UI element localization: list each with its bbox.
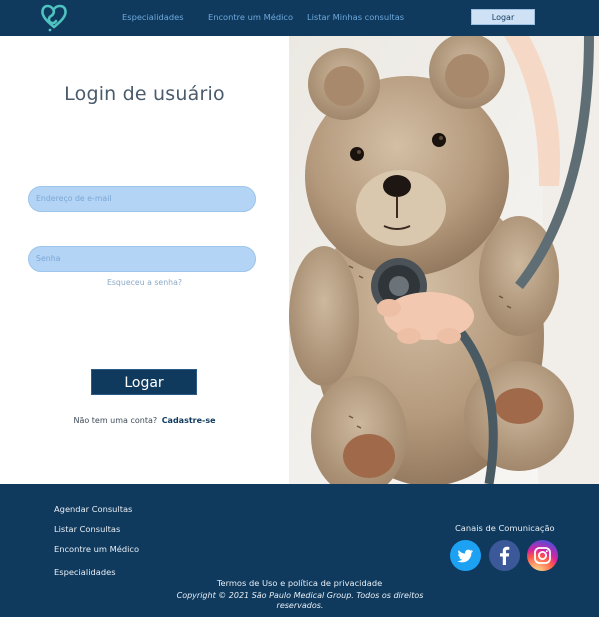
heart-stethoscope-icon[interactable] xyxy=(38,2,70,32)
copyright-text: Copyright © 2021 São Paulo Medical Group… xyxy=(176,591,424,610)
header-login-button[interactable]: Logar xyxy=(471,9,535,25)
password-field[interactable]: Senha xyxy=(28,246,256,272)
login-submit-button[interactable]: Logar xyxy=(91,369,197,395)
footer-link-especialidades[interactable]: Especialidades xyxy=(54,567,116,577)
email-field[interactable]: Endereço de e-mail xyxy=(28,186,256,212)
instagram-icon[interactable] xyxy=(527,540,558,571)
facebook-icon[interactable] xyxy=(489,540,520,571)
no-account-text: Não tem uma conta? xyxy=(73,416,158,425)
page-title: Login de usuário xyxy=(64,83,225,105)
nav-especialidades[interactable]: Especialidades xyxy=(122,12,184,22)
footer: Agendar Consultas Listar Consultas Encon… xyxy=(0,484,599,617)
signup-row: Não tem uma conta? Cadastre-se xyxy=(0,416,289,425)
terms-link[interactable]: Termos de Uso e política de privacidade xyxy=(0,578,599,588)
footer-link-listar[interactable]: Listar Consultas xyxy=(54,524,120,534)
nav-encontre-medico[interactable]: Encontre um Médico xyxy=(208,12,293,22)
nav-listar-consultas[interactable]: Listar Minhas consultas xyxy=(307,12,404,22)
footer-link-encontre[interactable]: Encontre um Médico xyxy=(54,544,139,554)
footer-link-agendar[interactable]: Agendar Consultas xyxy=(54,504,132,514)
top-navbar: Especialidades Encontre um Médico Listar… xyxy=(0,0,599,36)
twitter-icon[interactable] xyxy=(450,540,481,571)
signup-link[interactable]: Cadastre-se xyxy=(162,416,216,425)
canais-title: Canais de Comunicação xyxy=(455,523,555,533)
login-panel: Login de usuário Endereço de e-mail Senh… xyxy=(0,36,289,484)
forgot-password-link[interactable]: Esqueceu a senha? xyxy=(0,278,289,287)
hero-image xyxy=(289,36,599,484)
